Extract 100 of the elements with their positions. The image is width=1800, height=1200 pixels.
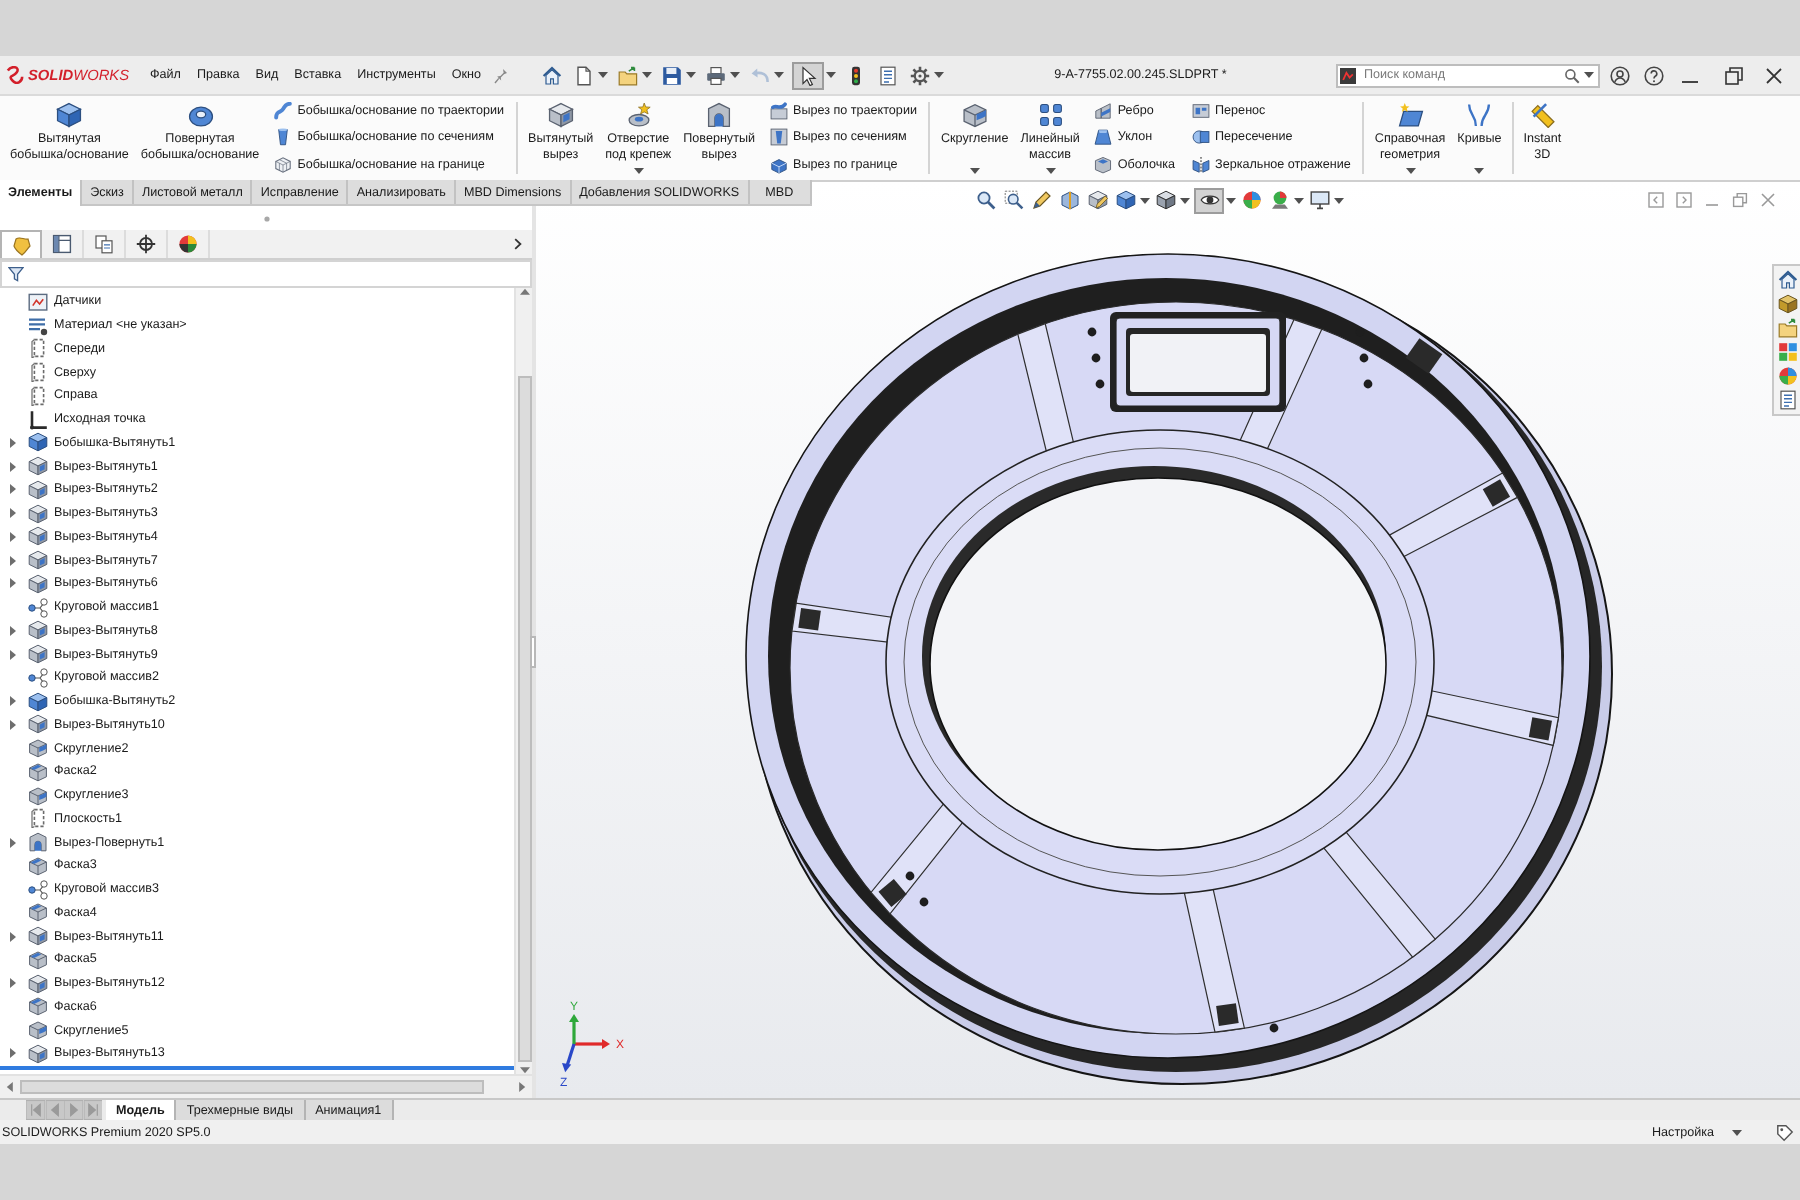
pin-icon[interactable] [494,67,509,83]
caret-icon[interactable] [1732,1129,1742,1135]
color-squares-icon[interactable] [1777,342,1797,362]
toolbar-button[interactable] [1154,187,1178,213]
rounded-cube-icon [28,1020,48,1041]
caret-icon[interactable] [826,72,837,78]
expand-arrow-icon[interactable] [10,555,16,566]
splitter-handle[interactable] [530,636,536,668]
grip-handle-icon[interactable] [263,215,269,221]
caret-icon[interactable] [642,72,653,78]
expand-arrow-icon[interactable] [10,625,16,636]
cut-cube-icon [28,714,48,735]
pencil-cube-icon [1088,190,1108,210]
expand-arrow-icon[interactable] [10,461,16,472]
rounded-cube-icon [28,785,48,806]
expand-arrow-icon[interactable] [10,978,16,989]
cut-cube-icon [28,573,48,594]
gear-icon [910,65,931,85]
taper-icon [273,128,292,147]
toolbar-button[interactable] [1086,187,1110,213]
chevron-right-icon[interactable] [514,238,522,250]
restore-icon[interactable] [1724,65,1744,85]
folder-icon [618,65,639,85]
caret-icon[interactable] [730,72,741,78]
chamfer-cube-icon [28,855,48,876]
toolbar-button[interactable] [540,61,565,89]
color-sphere-icon[interactable] [1777,366,1797,386]
close-icon[interactable] [1764,65,1784,85]
connected-circles-icon [28,597,48,618]
expand-arrow-icon[interactable] [10,719,16,730]
expand-arrow-icon[interactable] [10,484,16,495]
crosshair-icon [136,234,156,254]
home-icon[interactable] [1777,270,1797,290]
toolbar-button[interactable] [1194,187,1224,213]
eye-icon [1199,190,1219,210]
expand-arrow-icon[interactable] [10,649,16,660]
caret-icon[interactable] [686,72,697,78]
pipe-cut-icon [769,102,788,121]
expand-arrow-icon[interactable] [10,531,16,542]
cut-cube-icon [28,456,48,477]
cut-cube-icon [28,644,48,665]
caret-icon[interactable] [934,72,945,78]
scroll-thumb[interactable] [20,1080,484,1094]
toolbar-button[interactable] [704,61,729,89]
folder-icon[interactable] [1777,318,1797,338]
toolbar-button[interactable] [974,187,998,213]
expand-arrow-icon[interactable] [10,931,16,942]
list-icon[interactable] [1777,390,1797,410]
scrollbar[interactable] [514,288,532,1074]
mesh-box-icon [273,155,292,174]
list-icon [878,65,899,85]
caret-icon[interactable] [1474,168,1485,174]
logo-icon [6,66,24,84]
caret-icon[interactable] [1334,197,1344,203]
toolbar-button[interactable] [1030,187,1054,213]
caret-icon[interactable] [1294,197,1304,203]
rollback-bar[interactable] [0,1065,514,1070]
user-icon[interactable] [1610,65,1630,85]
caret-icon[interactable] [1226,197,1236,203]
toolbar-button[interactable] [908,61,933,89]
expand-arrow-icon[interactable] [10,837,16,848]
toolbar-button[interactable] [660,61,685,89]
caret-icon[interactable] [969,168,980,174]
caret-icon[interactable] [1045,168,1056,174]
wedge-block-icon [1093,102,1112,121]
scroll-left-icon[interactable] [6,1082,14,1092]
cut-cube-icon [28,973,48,994]
tag-icon[interactable] [1776,1123,1794,1141]
cube-icon[interactable] [1777,294,1797,314]
scroll-thumb[interactable] [517,376,531,1062]
toolbar-button[interactable] [1308,187,1332,213]
caret-icon[interactable] [1405,168,1416,174]
connected-circles-icon [28,879,48,900]
toolbar-button[interactable] [1002,187,1026,213]
monitor-icon [1310,190,1330,210]
expand-arrow-icon[interactable] [10,437,16,448]
plane-icon [1397,102,1424,128]
caret-icon[interactable] [1140,197,1150,203]
ring-part-drawing[interactable] [745,253,1613,1085]
chamfer-cube-icon [28,761,48,782]
expand-arrow-icon[interactable] [10,578,16,589]
box-icon [769,155,788,174]
caret-icon[interactable] [1180,197,1190,203]
scrollbar[interactable] [0,1074,532,1098]
caret-icon[interactable] [598,72,609,78]
filter-field[interactable] [0,260,532,288]
toolbar-button[interactable] [1114,187,1138,213]
expand-arrow-icon[interactable] [10,1048,16,1059]
pencil-icon [1032,190,1052,210]
toolbar-button[interactable] [572,61,597,89]
caret-icon[interactable] [633,168,644,174]
tile-left-icon[interactable] [1648,192,1664,208]
chamfer-cube-icon [28,902,48,923]
toolbar-button[interactable] [792,61,825,89]
tile-right-icon[interactable] [1676,192,1692,208]
sphere-stand-icon [1270,190,1290,210]
expand-arrow-icon[interactable] [10,696,16,707]
scroll-right-icon[interactable] [518,1082,526,1092]
expand-arrow-icon[interactable] [10,508,16,519]
help-icon[interactable] [1644,65,1664,85]
